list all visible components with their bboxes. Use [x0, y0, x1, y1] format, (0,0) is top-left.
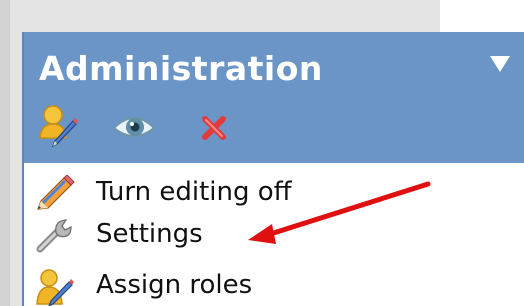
menu-item-assign-roles[interactable]: Assign roles — [34, 266, 434, 306]
administration-block: Administration Turn editing off Settings… — [22, 32, 524, 306]
eye-icon[interactable] — [112, 104, 156, 148]
triangle-down-icon[interactable] — [490, 56, 510, 72]
menu-item-turn-editing-off[interactable]: Turn editing off — [34, 173, 434, 213]
pencil-icon — [34, 175, 78, 213]
menu-item-label: Settings — [96, 219, 203, 249]
block-header: Administration — [24, 32, 524, 163]
menu-item-settings[interactable]: Settings — [34, 215, 434, 255]
block-title: Administration — [39, 49, 323, 88]
assign-roles-icon — [34, 268, 78, 306]
sidebar-edge — [0, 0, 10, 306]
menu-item-label: Assign roles — [96, 270, 253, 300]
assign-roles-icon[interactable] — [37, 104, 81, 148]
menu-item-label: Turn editing off — [96, 177, 292, 207]
delete-icon[interactable] — [192, 104, 236, 148]
wrench-icon — [34, 217, 78, 255]
block-content: Turn editing off Settings Assign roles — [24, 163, 524, 306]
